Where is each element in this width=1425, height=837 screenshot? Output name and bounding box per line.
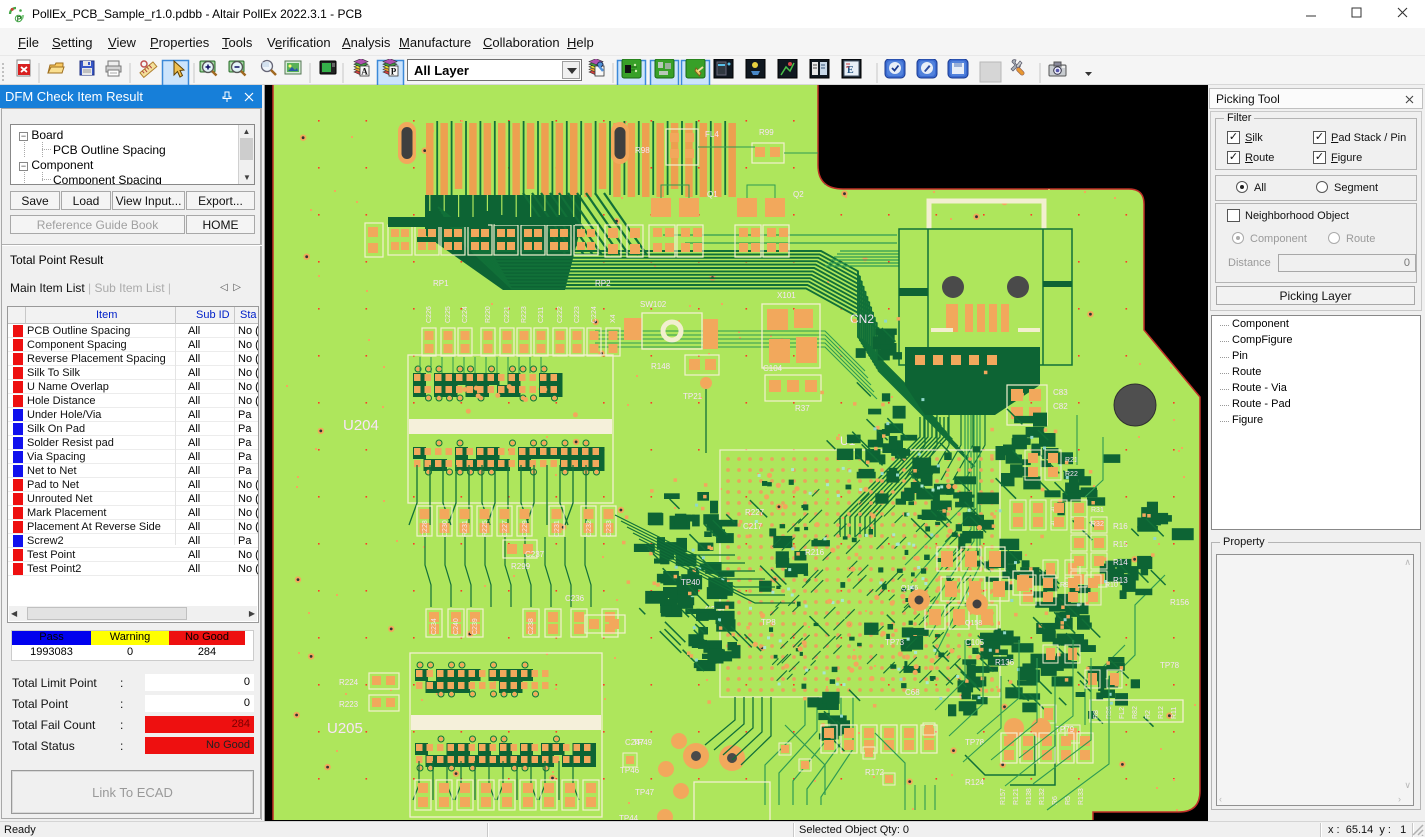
svg-text:C229: C229	[522, 520, 529, 537]
svg-text:U205: U205	[327, 720, 363, 737]
svg-text:R10: R10	[1105, 582, 1118, 589]
svg-text:R220: R220	[485, 306, 492, 323]
svg-text:C236: C236	[565, 594, 585, 603]
svg-text:R37: R37	[795, 404, 810, 413]
svg-text:R22: R22	[1065, 471, 1078, 478]
svg-text:C226: C226	[426, 306, 433, 323]
svg-text:C104: C104	[763, 364, 783, 373]
svg-text:FL2: FL2	[1119, 707, 1126, 719]
svg-text:R133: R133	[1078, 788, 1085, 805]
svg-text:R5: R5	[1065, 796, 1072, 805]
svg-text:C230: C230	[442, 520, 449, 537]
svg-text:SW102: SW102	[640, 300, 667, 309]
svg-text:C237: C237	[525, 550, 545, 559]
svg-text:A: A	[361, 67, 368, 77]
svg-text:R148: R148	[651, 362, 671, 371]
svg-text:C231: C231	[554, 520, 561, 537]
svg-text:R138: R138	[1026, 788, 1033, 805]
svg-text:Q2: Q2	[793, 190, 804, 199]
svg-text:R16: R16	[1113, 522, 1128, 531]
svg-text:TP44: TP44	[619, 814, 639, 820]
svg-text:TP78: TP78	[1160, 661, 1180, 670]
svg-text:X4: X4	[610, 314, 617, 323]
svg-text:C228: C228	[422, 520, 429, 537]
svg-text:C224: C224	[591, 306, 598, 323]
svg-text:R121: R121	[1013, 788, 1020, 805]
svg-text:R224: R224	[339, 678, 359, 687]
svg-text:R98: R98	[635, 146, 650, 155]
svg-text:R31: R31	[1091, 507, 1104, 514]
svg-text:R99: R99	[759, 128, 774, 137]
svg-text:C223: C223	[574, 306, 581, 323]
svg-text:R223: R223	[521, 306, 528, 323]
svg-text:R227: R227	[745, 508, 765, 517]
svg-text:R172: R172	[865, 768, 885, 777]
svg-text:R124: R124	[965, 778, 985, 787]
svg-text:C83: C83	[1053, 388, 1068, 397]
svg-text:C82: C82	[1053, 402, 1068, 411]
svg-text:C68: C68	[905, 688, 920, 697]
svg-text:Q158: Q158	[965, 620, 982, 627]
svg-text:R223: R223	[339, 700, 359, 709]
svg-text:C221: C221	[504, 306, 511, 323]
svg-text:R225: R225	[482, 520, 489, 537]
svg-text:C105: C105	[965, 638, 985, 647]
svg-text:C233: C233	[606, 520, 613, 537]
svg-text:R156: R156	[1170, 598, 1190, 607]
svg-text:C238: C238	[528, 618, 535, 635]
svg-text:R21: R21	[1065, 457, 1078, 464]
svg-text:R14: R14	[1113, 558, 1128, 567]
svg-text:FL4: FL4	[705, 130, 719, 139]
svg-text:C217: C217	[743, 522, 763, 531]
svg-text:TP21: TP21	[683, 392, 703, 401]
svg-text:C227: C227	[502, 520, 509, 537]
svg-text:TP40: TP40	[681, 578, 701, 587]
svg-text:R32: R32	[1091, 521, 1104, 528]
svg-text:TP8: TP8	[761, 618, 776, 627]
svg-text:P: P	[17, 16, 22, 23]
svg-text:C232: C232	[586, 520, 593, 537]
svg-text:R132: R132	[1039, 788, 1046, 805]
svg-text:C240: C240	[453, 618, 460, 635]
svg-text:R82: R82	[1132, 706, 1139, 719]
svg-text:R231: R231	[462, 520, 469, 537]
svg-text:TP47: TP47	[635, 788, 655, 797]
svg-text:U204: U204	[343, 417, 379, 434]
svg-text:C225: C225	[445, 306, 452, 323]
svg-text:C234: C234	[431, 618, 438, 635]
svg-text:R12: R12	[1158, 706, 1165, 719]
svg-text:C239: C239	[472, 618, 479, 635]
svg-text:R2: R2	[1145, 710, 1152, 719]
svg-text:R15: R15	[1113, 540, 1128, 549]
svg-text:C211: C211	[538, 307, 545, 323]
svg-text:Q146: Q146	[901, 585, 918, 592]
svg-text:Q1: Q1	[707, 190, 718, 199]
svg-text:C222: C222	[557, 306, 564, 323]
svg-text:R216: R216	[805, 548, 825, 557]
svg-text:P: P	[391, 67, 397, 77]
svg-text:C224: C224	[462, 306, 469, 323]
svg-text:R136: R136	[995, 658, 1015, 667]
svg-text:R11: R11	[1171, 707, 1178, 719]
svg-text:R299: R299	[511, 562, 531, 571]
svg-text:C247: C247	[625, 738, 645, 747]
svg-text:RP1: RP1	[433, 279, 449, 288]
svg-text:X101: X101	[777, 291, 796, 300]
svg-text:RP2: RP2	[595, 279, 611, 288]
svg-text:R8: R8	[1093, 710, 1100, 719]
svg-text:R157: R157	[1000, 788, 1007, 805]
svg-text:TP73: TP73	[885, 638, 905, 647]
